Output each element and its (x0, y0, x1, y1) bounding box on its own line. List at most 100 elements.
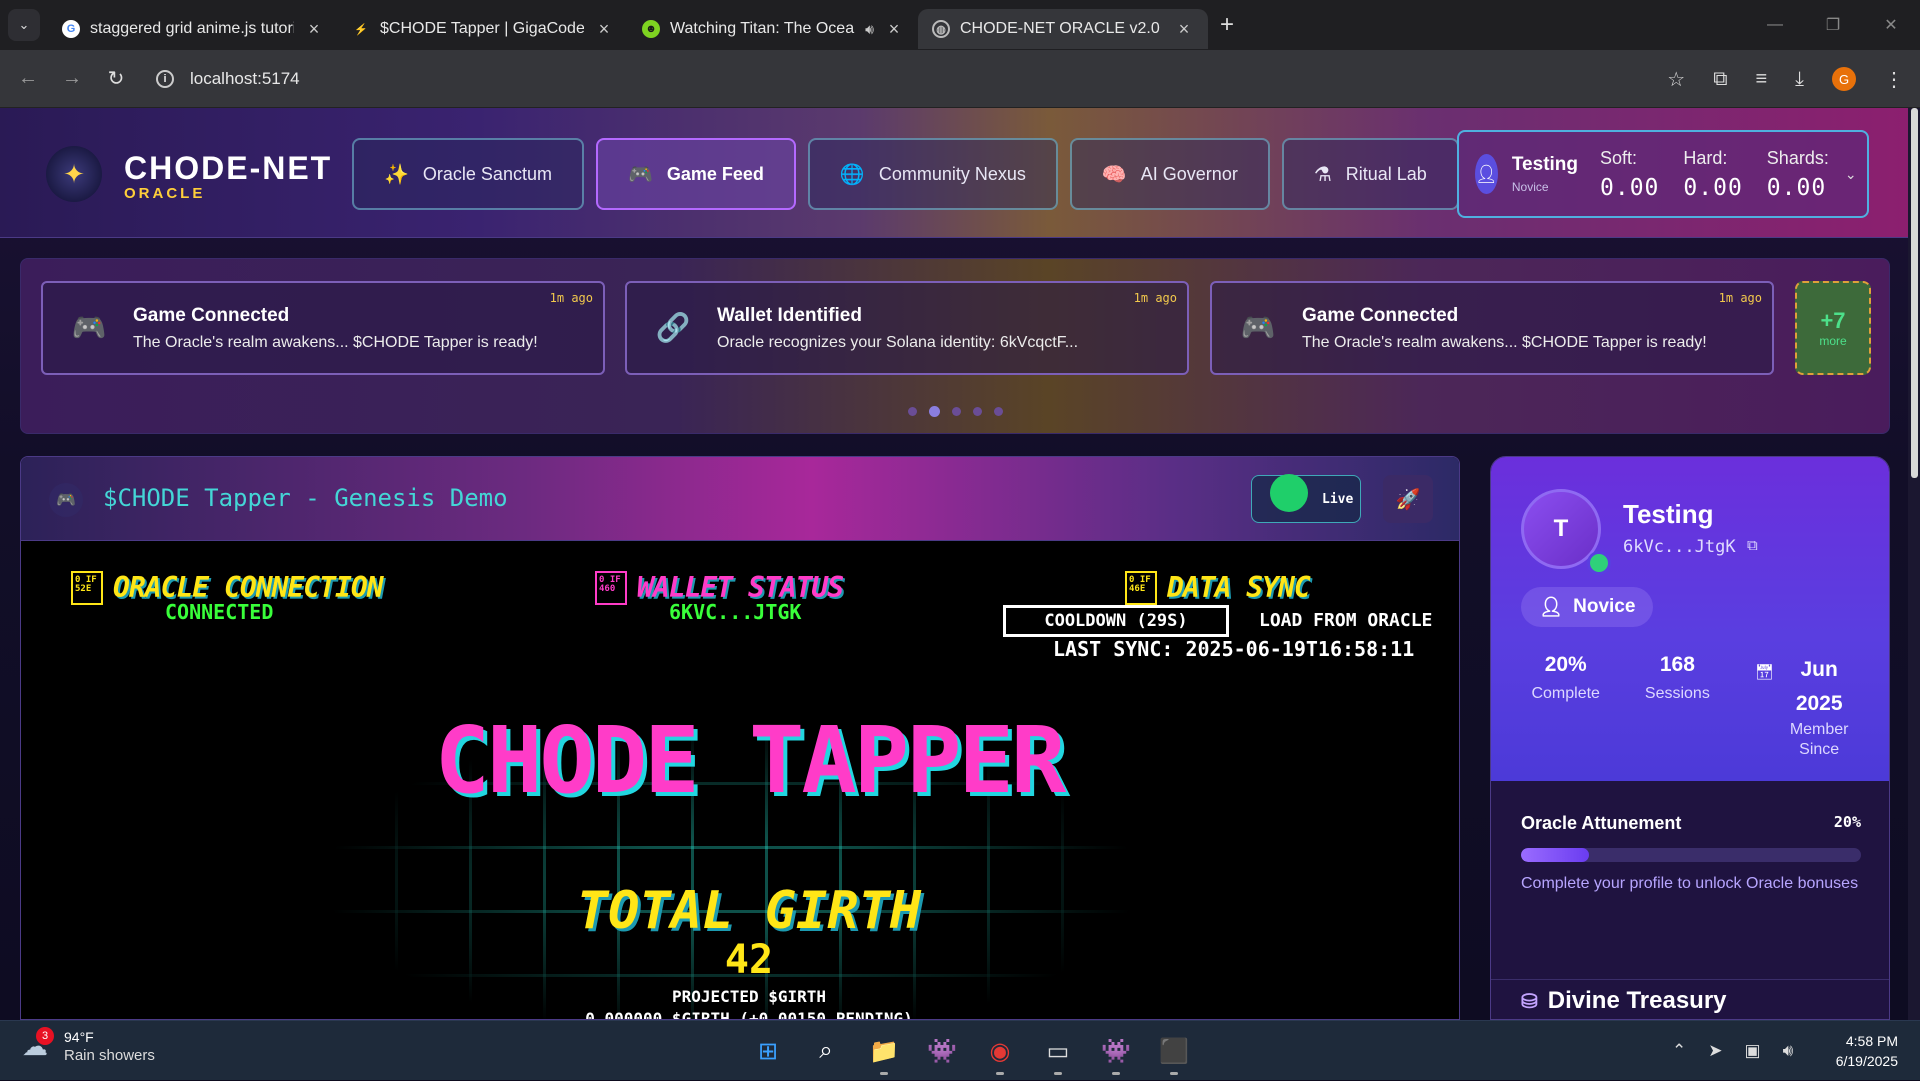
soft-balance: Soft: 0.00 (1600, 148, 1659, 201)
nav-tab-ai-governor[interactable]: 🧠 AI Governor (1069, 138, 1270, 210)
url-text: localhost:5174 (190, 68, 300, 88)
new-tab-icon[interactable]: + (1220, 11, 1234, 39)
extensions-icon[interactable]: ⧉ (1713, 68, 1727, 91)
browser-actions: ☆ ⧉ ≡ ⤓ G ⋮ (1667, 50, 1904, 108)
projected-girth-value: 0.000000 $GIRTH (+0.00150 PENDING) (585, 1009, 913, 1020)
soft-label: Soft: (1600, 147, 1638, 168)
sparkle-icon: ✨ (384, 163, 409, 186)
rocket-launch-button[interactable]: 🚀 (1383, 475, 1433, 523)
url-field[interactable]: i localhost:5174 (156, 69, 300, 89)
pagination-dot[interactable] (972, 407, 982, 416)
feed-time: 1m ago (1133, 291, 1177, 305)
site-info-icon[interactable]: i (156, 69, 174, 88)
discord-icon[interactable]: 👾 (922, 1029, 962, 1073)
copy-icon[interactable]: ⧉ (1747, 537, 1758, 554)
restore-icon[interactable]: ❐ (1804, 0, 1862, 50)
forward-icon[interactable]: → (50, 67, 94, 90)
window-controls: — ❐ ✕ (1746, 0, 1920, 50)
browser-tab[interactable]: G staggered grid anime.js tutorial × (48, 9, 338, 49)
windows-taskbar: ☁ 3 94°F Rain showers ⊞ ⌕ 📁 👾 ◉ ▭ 👾 ⬛ ⌃ … (0, 1020, 1920, 1080)
game-logo-title: CHODE TAPPER (434, 707, 1067, 814)
game-canvas[interactable]: 0 IF 52E ORACLE CONNECTION CONNECTED 0 I… (21, 541, 1459, 1020)
volume-icon[interactable]: 🔊︎ (1783, 1041, 1794, 1061)
minimize-icon[interactable]: — (1746, 0, 1804, 50)
system-clock[interactable]: 4:58 PM 6/19/2025 (1836, 1031, 1898, 1072)
search-icon[interactable]: ⌕ (806, 1029, 846, 1073)
browser-tab-bar: ⌄ G staggered grid anime.js tutorial × ⚡… (0, 0, 1920, 50)
cursor-app-icon[interactable]: ⬛ (1154, 1029, 1194, 1075)
close-icon[interactable]: × (304, 19, 324, 40)
close-icon[interactable]: × (1174, 19, 1194, 40)
live-toggle[interactable]: Live (1251, 474, 1361, 523)
nav-tab-game-feed[interactable]: 🎮 Game Feed (595, 138, 796, 210)
brand-subtitle: ORACLE (124, 185, 206, 202)
feed-card[interactable]: 🎮 Game Connected The Oracle's realm awak… (41, 281, 605, 375)
ghost-icon: ☻ (642, 20, 660, 38)
terminal-icon[interactable]: ▭ (1038, 1029, 1078, 1075)
chevron-up-icon[interactable]: ⌃ (1672, 1041, 1686, 1061)
browser-tab-active[interactable]: ◍ CHODE-NET ORACLE v2.0 - Inte × (918, 9, 1208, 49)
attunement-label: Oracle Attunement (1521, 813, 1682, 833)
pagination-dot[interactable] (907, 407, 917, 416)
speaker-icon[interactable]: 🔊︎ (865, 21, 874, 38)
menu-dots-icon[interactable]: ⋮ (1884, 67, 1904, 92)
cooldown-button[interactable]: COOLDOWN (29S) (1003, 605, 1229, 637)
divider (1491, 979, 1889, 980)
oracle-logo-icon[interactable]: ✦ (46, 146, 102, 202)
nav-tab-label: AI Governor (1140, 163, 1238, 184)
back-icon[interactable]: ← (6, 67, 50, 90)
attunement-progress-fill (1521, 848, 1589, 862)
browser-tab[interactable]: ☻ Watching Titan: The OceanG 🔊︎ × (628, 9, 918, 49)
download-icon[interactable]: ⤓ (1795, 68, 1804, 91)
windows-start-icon[interactable]: ⊞ (748, 1029, 788, 1073)
total-girth-value: 42 (724, 937, 774, 983)
profile-avatar[interactable]: G (1832, 67, 1856, 91)
close-icon[interactable]: × (594, 19, 614, 40)
shards-label: Shards: (1766, 147, 1829, 168)
wallet-badge: 0 IF 460 (595, 571, 627, 605)
feed-card[interactable]: 🔗 Wallet Identified Oracle recognizes yo… (625, 281, 1189, 375)
chevron-down-icon: ⌄ (1844, 165, 1857, 182)
chevron-down-icon: ⌄ (18, 17, 30, 32)
hard-value: 0.00 (1683, 174, 1743, 201)
browser-tab[interactable]: ⚡ $CHODE Tapper | GigaCode | Su × (338, 9, 628, 49)
sessions-label: Sessions (1644, 685, 1710, 702)
weather-temp: 94°F (64, 1029, 94, 1045)
brand: CHODE-NET ORACLE (124, 150, 332, 202)
attunement-note: Complete your profile to unlock Oracle b… (1521, 875, 1859, 892)
tab-title: $CHODE Tapper | GigaCode | Su (380, 20, 584, 37)
app-header: ✦ CHODE-NET ORACLE ✨ Oracle Sanctum 🎮 Ga… (0, 108, 1908, 238)
gamepad-icon: 🎮 (71, 311, 107, 343)
wallet-status: 0 IF 460 WALLET STATUS 6KVC...JTGK (595, 571, 844, 624)
user-balance-dropdown[interactable]: 👤︎ Testing Novice Soft: 0.00 Hard: 0.00 … (1457, 130, 1869, 218)
bookmark-star-icon[interactable]: ☆ (1667, 67, 1685, 92)
location-icon[interactable]: ➤ (1708, 1041, 1722, 1061)
brand-name: CHODE-NET (124, 150, 333, 186)
nav-tab-ritual-lab[interactable]: ⚗ Ritual Lab (1281, 138, 1459, 210)
network-icon[interactable]: ▣ (1745, 1041, 1761, 1061)
media-control-icon[interactable]: ≡ (1755, 68, 1767, 91)
pagination-dot[interactable] (993, 407, 1003, 416)
nav-tab-community-nexus[interactable]: 🌐 Community Nexus (807, 138, 1058, 210)
link-icon: 🔗 (655, 311, 691, 343)
nav-tab-oracle-sanctum[interactable]: ✨ Oracle Sanctum (352, 138, 584, 210)
app-icon[interactable]: 👾 (1096, 1029, 1136, 1075)
feed-more-button[interactable]: +7 more (1795, 281, 1871, 375)
feed-title: Game Connected (133, 305, 290, 326)
tab-search-button[interactable]: ⌄ (8, 9, 40, 41)
activity-feed: 🎮 Game Connected The Oracle's realm awak… (20, 258, 1890, 434)
feed-card[interactable]: 🎮 Game Connected The Oracle's realm awak… (1210, 281, 1774, 375)
pagination-dot-active[interactable] (928, 406, 940, 417)
close-window-icon[interactable]: ✕ (1862, 0, 1920, 50)
page-scrollbar[interactable] (1908, 108, 1920, 1020)
close-icon[interactable]: × (884, 19, 904, 40)
reload-icon[interactable]: ↻ (94, 66, 138, 91)
file-explorer-icon[interactable]: 📁 (864, 1029, 904, 1075)
scrollbar-thumb[interactable] (1911, 108, 1918, 478)
live-label: Live (1322, 491, 1354, 507)
rank-label: Novice (1573, 596, 1636, 617)
pagination-dot[interactable] (951, 407, 961, 416)
chrome-icon[interactable]: ◉ (980, 1029, 1020, 1075)
weather-widget[interactable]: ☁ 3 94°F Rain showers (22, 1026, 155, 1064)
load-from-oracle-button[interactable]: LOAD FROM ORACLE (1259, 610, 1432, 631)
